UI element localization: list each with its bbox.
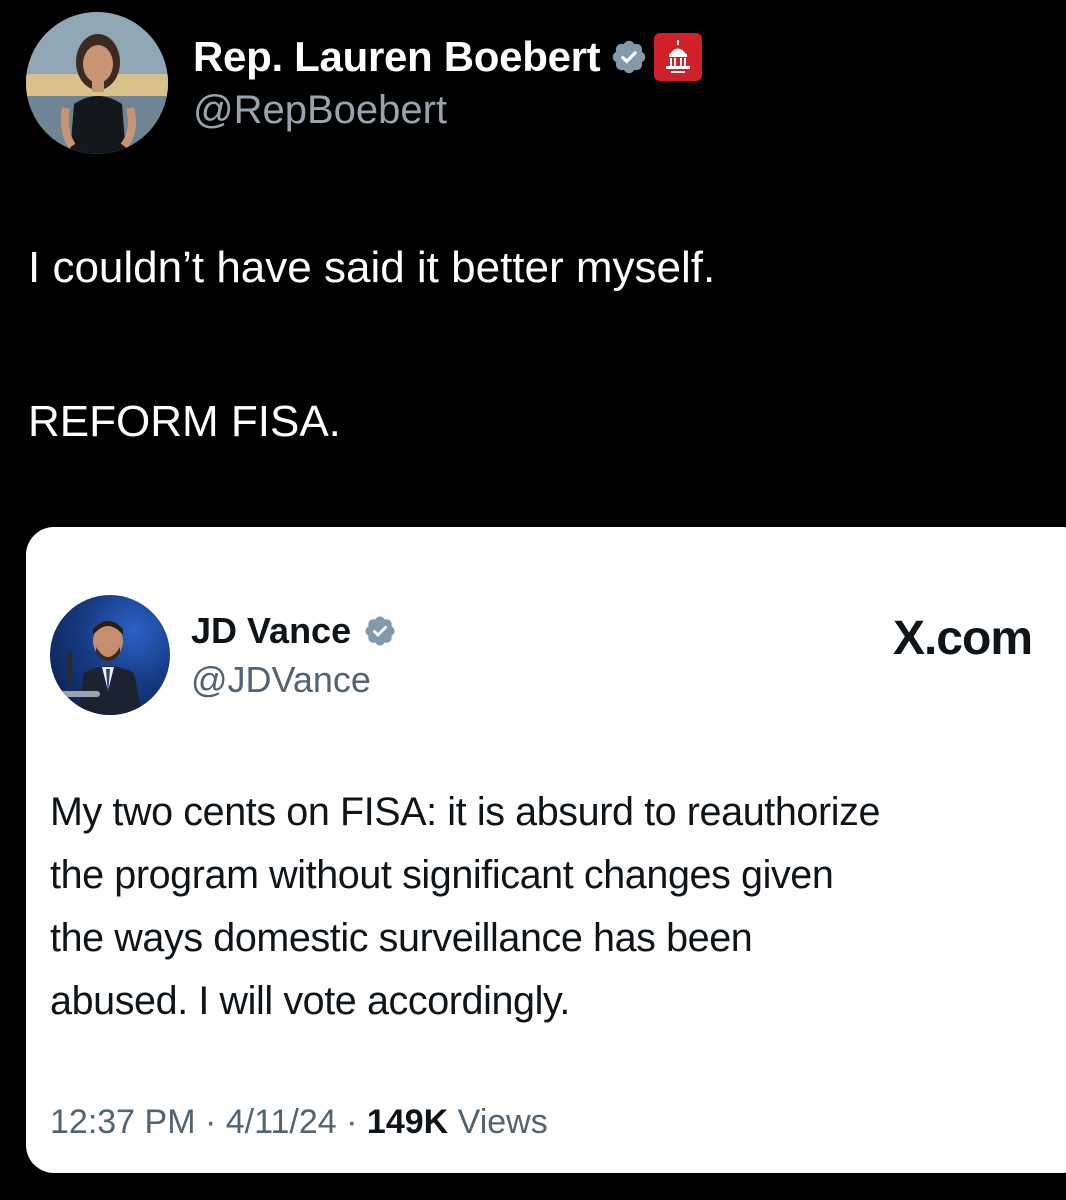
views-count: 149K	[366, 1103, 449, 1141]
verified-badge-icon	[613, 40, 646, 74]
quoted-tweet-meta: 12:37 PM · 4/11/24 · 149K Views	[50, 1103, 548, 1142]
author-name[interactable]: Rep. Lauren Boebert	[193, 33, 601, 81]
quoted-tweet-date[interactable]: 4/11/24	[226, 1103, 337, 1141]
quoted-tweet-body: My two cents on FISA: it is absurd to re…	[50, 781, 1040, 1033]
author-avatar[interactable]	[26, 12, 168, 154]
quoted-verified-badge-icon	[365, 616, 395, 646]
quoted-body-line-2: the program without significant changes …	[50, 853, 834, 897]
quoted-body-line-3: the ways domestic surveillance has been	[50, 916, 753, 960]
quoted-body-line-4: abused. I will vote accordingly.	[50, 979, 570, 1023]
quoted-author-name[interactable]: JD Vance	[191, 610, 351, 652]
quoted-author-avatar[interactable]	[50, 595, 170, 715]
meta-separator: ·	[204, 1103, 217, 1141]
quoted-tweet-time[interactable]: 12:37 PM	[50, 1103, 196, 1141]
author-name-row: Rep. Lauren Boebert	[193, 32, 703, 82]
tweet-text-line-1: I couldn’t have said it better myself.	[28, 243, 716, 292]
views-label: Views	[457, 1103, 548, 1141]
quoted-body-line-1: My two cents on FISA: it is absurd to re…	[50, 790, 881, 834]
quoted-author-handle[interactable]: @JDVance	[191, 659, 371, 701]
author-handle[interactable]: @RepBoebert	[193, 88, 447, 133]
meta-separator: ·	[346, 1103, 358, 1141]
quoted-author-name-row: JD Vance	[191, 609, 397, 653]
quoted-author-avatar-image	[60, 621, 142, 715]
quoted-tweet-card[interactable]: JD Vance @JDVance X.com My two cents on …	[26, 527, 1066, 1173]
tweet-text-line-2: REFORM FISA.	[28, 397, 341, 446]
author-avatar-image	[26, 12, 168, 154]
government-affiliation-badge-icon	[654, 33, 703, 81]
source-label: X.com	[892, 612, 1033, 665]
